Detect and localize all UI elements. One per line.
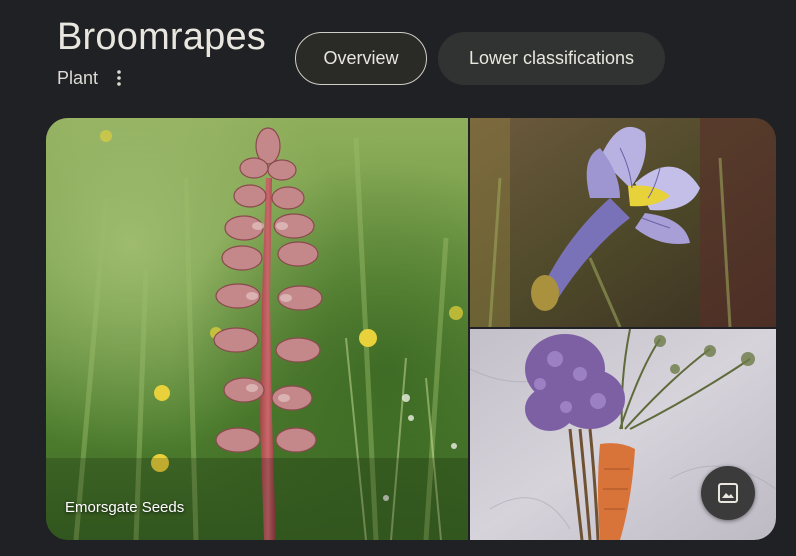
broomrape-spike-image	[46, 118, 468, 540]
tab-overview[interactable]: Overview	[295, 32, 427, 85]
tab-overview-label: Overview	[323, 48, 399, 68]
more-images-button[interactable]	[701, 466, 755, 520]
knowledge-panel: Broomrapes Plant Overview Lower classifi…	[0, 0, 796, 556]
image-gallery: Emorsgate Seeds	[46, 118, 776, 540]
secondary-image-top[interactable]	[470, 118, 776, 327]
more-vert-icon	[117, 70, 121, 86]
more-options-button[interactable]	[112, 68, 126, 88]
entity-subtitle: Plant	[57, 67, 99, 88]
image-icon	[718, 483, 738, 503]
main-image[interactable]: Emorsgate Seeds	[46, 118, 468, 540]
entity-title: Broomrapes	[57, 16, 266, 58]
tab-lower-classifications[interactable]: Lower classifications	[438, 32, 665, 85]
tab-lower-classifications-label: Lower classifications	[468, 48, 635, 68]
image-source-caption: Emorsgate Seeds	[65, 499, 185, 516]
subtitle-row: Plant	[57, 66, 126, 90]
purple-flower-image	[470, 118, 776, 327]
